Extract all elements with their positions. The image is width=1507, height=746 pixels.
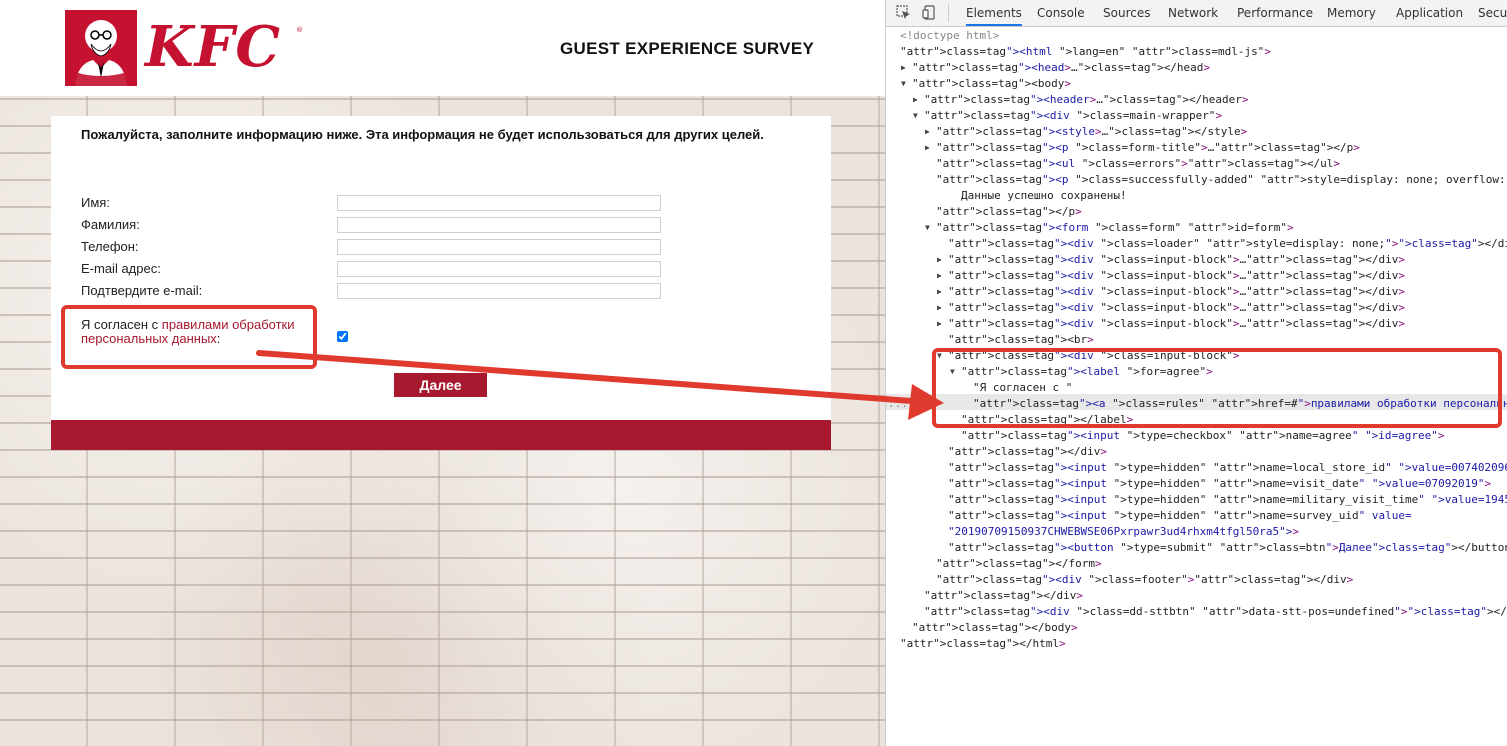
dom-node-line[interactable]: ▶ "attr">class=tag"><p ">class=form-title… <box>925 140 1360 156</box>
agree-checkbox[interactable] <box>337 331 348 342</box>
first-name-label: Имя: <box>81 195 110 210</box>
dom-node-line[interactable]: ▼ "attr">class=tag"><div ">class=main-wra… <box>913 108 1222 124</box>
dom-node-line[interactable]: "attr">class=tag"><input ">type=hidden" … <box>948 460 1507 476</box>
dom-node-line[interactable]: ▶ "attr">class=tag"><style>…">class=tag">… <box>925 124 1247 140</box>
toolbar-divider <box>948 4 949 22</box>
form-footer-bar <box>51 420 831 450</box>
tab-network[interactable]: Network <box>1168 0 1218 26</box>
agree-highlight-box <box>61 305 317 369</box>
last-name-input[interactable] <box>337 217 661 233</box>
confirm-email-label: Подтвердите e-mail: <box>81 283 203 298</box>
dom-node-line[interactable]: ▶ "attr">class=tag"><div ">class=input-bl… <box>937 300 1405 316</box>
tab-sources[interactable]: Sources <box>1103 0 1150 26</box>
devtools-toolbar: Elements Console Sources Network Perform… <box>886 0 1507 27</box>
survey-form: Пожалуйста, заполните информацию ниже. Э… <box>51 116 831 420</box>
last-name-label: Фамилия: <box>81 217 140 232</box>
email-input[interactable] <box>337 261 661 277</box>
dom-node-line[interactable]: "attr">class=tag"><br> <box>948 332 1094 348</box>
dom-node-line[interactable]: ▶ "attr">class=tag"><div ">class=input-bl… <box>937 268 1405 284</box>
tab-performance[interactable]: Performance <box>1237 0 1313 26</box>
dom-node-line[interactable]: "attr">class=tag"><input ">type=hidden" … <box>948 508 1412 524</box>
dom-node-line[interactable]: "attr">class=tag"></div> <box>924 588 1083 604</box>
tab-application[interactable]: Application <box>1396 0 1463 26</box>
expand-right-icon[interactable]: ▶ <box>937 268 942 284</box>
dom-node-line[interactable]: "attr">class=tag"></div> <box>948 444 1107 460</box>
site-header: KFC ® GUEST EXPERIENCE SURVEY <box>0 0 885 96</box>
expand-right-icon[interactable]: ▶ <box>937 316 942 332</box>
dom-node-line[interactable]: "attr">class=tag"><input ">type=checkbox… <box>961 428 1445 444</box>
expand-right-icon[interactable]: ▶ <box>937 252 942 268</box>
expand-right-icon[interactable]: ▶ <box>937 284 942 300</box>
phone-input[interactable] <box>337 239 661 255</box>
dom-node-line[interactable]: ▶ "attr">class=tag"><div ">class=input-bl… <box>937 284 1405 300</box>
dom-node-line[interactable]: ▶ "attr">class=tag"><div ">class=input-bl… <box>937 252 1405 268</box>
inspect-element-icon[interactable] <box>896 5 911 20</box>
expand-right-icon[interactable]: ▶ <box>901 60 906 76</box>
dom-node-line[interactable]: <!doctype html> <box>900 28 999 44</box>
dom-node-line[interactable]: "attr">class=tag"></body> <box>912 620 1078 636</box>
dom-node-line[interactable]: "attr">class=tag"></p> <box>936 204 1082 220</box>
dom-node-line[interactable]: "attr">class=tag"><p ">class=successfull… <box>936 172 1507 188</box>
dom-node-line[interactable]: "attr">class=tag"><html ">lang=en" "attr… <box>900 44 1271 60</box>
expand-right-icon[interactable]: ▶ <box>925 124 930 140</box>
phone-label: Телефон: <box>81 239 139 254</box>
device-toggle-icon[interactable] <box>922 5 937 20</box>
expand-right-icon[interactable]: ▶ <box>937 300 942 316</box>
survey-page: KFC ® GUEST EXPERIENCE SURVEY Пожалуйста… <box>0 0 885 746</box>
expand-right-icon[interactable]: ▶ <box>925 140 930 156</box>
dom-node-line[interactable]: ▶ "attr">class=tag"><head>…">class=tag"><… <box>901 60 1210 76</box>
tab-memory[interactable]: Memory <box>1327 0 1376 26</box>
dom-node-line[interactable]: "attr">class=tag"><div ">class=dd-sttbtn… <box>924 604 1507 620</box>
first-name-input[interactable] <box>337 195 661 211</box>
dom-node-line[interactable]: "attr">class=tag"></html> <box>900 636 1066 652</box>
dom-node-line[interactable]: "attr">class=tag"><input ">type=hidden" … <box>948 476 1491 492</box>
dom-node-line[interactable]: "attr">class=tag"><div ">class=footer">"… <box>936 572 1353 588</box>
tab-elements[interactable]: Elements <box>966 0 1022 26</box>
dom-node-line[interactable]: "attr">class=tag"><button ">type=submit"… <box>948 540 1507 556</box>
dom-node-line[interactable]: ▼ "attr">class=tag"><form ">class=form" "… <box>925 220 1294 236</box>
dom-node-line[interactable]: ▶ "attr">class=tag"><header>…">class=tag"… <box>913 92 1249 108</box>
colonel-icon <box>65 10 137 86</box>
node-dots[interactable]: ... <box>888 396 908 412</box>
next-button[interactable]: Далее <box>394 373 487 397</box>
dom-node-line[interactable]: "20190709150937CHWEBWSE06Pxrpawr3ud4rhxm… <box>948 524 1299 540</box>
registered-mark: ® <box>296 26 303 34</box>
dom-node-line[interactable]: "attr">class=tag"><input ">type=hidden" … <box>948 492 1507 508</box>
dom-highlight-box <box>932 348 1502 428</box>
dom-node-line[interactable]: "attr">class=tag"></form> <box>936 556 1102 572</box>
confirm-email-input[interactable] <box>337 283 661 299</box>
survey-title: GUEST EXPERIENCE SURVEY <box>560 39 815 58</box>
dom-node-line[interactable]: "attr">class=tag"><ul ">class=errors">"a… <box>936 156 1340 172</box>
form-intro-text: Пожалуйста, заполните информацию ниже. Э… <box>81 127 764 142</box>
expand-down-icon[interactable]: ▼ <box>925 220 930 236</box>
dom-node-line[interactable]: ▶ "attr">class=tag"><div ">class=input-bl… <box>937 316 1405 332</box>
kfc-logo[interactable]: KFC ® <box>65 10 305 86</box>
expand-right-icon[interactable]: ▶ <box>913 92 918 108</box>
dom-node-line[interactable]: ▼ "attr">class=tag"><body> <box>901 76 1071 92</box>
email-label: E-mail адрес: <box>81 261 161 276</box>
tab-console[interactable]: Console <box>1037 0 1085 26</box>
tab-security[interactable]: Secur <box>1478 0 1507 26</box>
dom-node-line[interactable]: Данные успешно сохранены! <box>961 188 1127 204</box>
expand-down-icon[interactable]: ▼ <box>913 108 918 124</box>
expand-down-icon[interactable]: ▼ <box>901 76 906 92</box>
dom-node-line[interactable]: "attr">class=tag"><div ">class=loader" "… <box>948 236 1507 252</box>
brand-wordmark: KFC <box>145 14 281 80</box>
